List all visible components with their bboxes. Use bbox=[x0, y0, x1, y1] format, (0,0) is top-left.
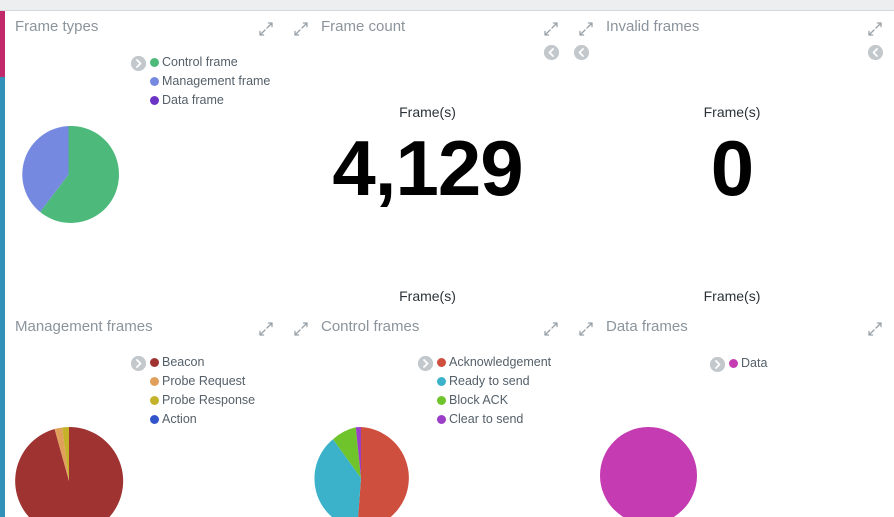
panel-management-frames: Management frames Beacon Probe Request P… bbox=[5, 312, 285, 517]
chevron-left-circle-icon[interactable] bbox=[574, 45, 589, 60]
legend-label: Management frame bbox=[162, 74, 271, 88]
metric-unit-bottom: Frame(s) bbox=[399, 288, 456, 304]
expand-icon[interactable] bbox=[868, 322, 882, 336]
metric-unit-top: Frame(s) bbox=[399, 104, 456, 120]
pie-chart-frame-types[interactable] bbox=[18, 124, 119, 225]
chevron-left-circle-icon[interactable] bbox=[868, 45, 883, 60]
legend-label: Data frame bbox=[162, 93, 224, 107]
metric-unit-top: Frame(s) bbox=[703, 104, 761, 120]
legend-items: Control frame Management frame Data fram… bbox=[150, 53, 270, 110]
panel-header: Management frames bbox=[5, 312, 285, 344]
panel-title-management-frames: Management frames bbox=[15, 318, 153, 335]
expand-icon[interactable] bbox=[294, 22, 308, 36]
pie-svg bbox=[22, 125, 119, 223]
legend-color-dot bbox=[150, 377, 159, 386]
legend-label: Clear to send bbox=[449, 412, 524, 426]
chevron-right-circle-icon[interactable] bbox=[131, 56, 146, 71]
pie-svg bbox=[314, 427, 409, 517]
legend-label: Beacon bbox=[162, 355, 205, 369]
legend-color-dot bbox=[150, 77, 159, 86]
legend-items: Acknowledgement Ready to send Block ACK … bbox=[437, 353, 551, 429]
expand-icon[interactable] bbox=[868, 22, 882, 36]
legend-color-dot bbox=[150, 96, 159, 105]
panel-header: Frame types bbox=[5, 12, 285, 44]
legend-label: Probe Request bbox=[162, 374, 246, 388]
legend-item[interactable]: Control frame bbox=[150, 53, 270, 72]
metric-value-invalid-frames: 0 bbox=[710, 124, 754, 212]
legend-data-frames: Data bbox=[710, 354, 767, 373]
expand-icon[interactable] bbox=[579, 322, 593, 336]
panel-title-invalid-frames: Invalid frames bbox=[606, 18, 700, 35]
pie-chart-data-frames[interactable] bbox=[598, 425, 699, 517]
pie-chart-management-frames[interactable] bbox=[13, 425, 125, 517]
legend-color-dot bbox=[150, 58, 159, 67]
panel-invalid-frames: Invalid frames Frame(s) 0 Frame(s) bbox=[570, 12, 894, 312]
panel-frame-count: Frame count Frame(s) 4,129 Frame(s) bbox=[285, 12, 570, 312]
metric-unit-bottom: Frame(s) bbox=[703, 288, 761, 304]
panel-header: Control frames bbox=[285, 312, 570, 344]
chevron-right-circle-icon[interactable] bbox=[131, 356, 146, 371]
legend-item[interactable]: Block ACK bbox=[437, 391, 551, 410]
legend-label: Ready to send bbox=[449, 374, 530, 388]
legend-item[interactable]: Acknowledgement bbox=[437, 353, 551, 372]
legend-management-frames: Beacon Probe Request Probe Response Acti… bbox=[131, 353, 255, 429]
legend-frame-types: Control frame Management frame Data fram… bbox=[131, 53, 270, 110]
panel-control-frames: Control frames Acknowledgement Ready to … bbox=[285, 312, 570, 517]
legend-label: Probe Response bbox=[162, 393, 256, 407]
panel-header: Invalid frames bbox=[570, 12, 894, 60]
chevron-right-circle-icon[interactable] bbox=[710, 357, 725, 372]
legend-item[interactable]: Data bbox=[729, 354, 767, 373]
legend-item[interactable]: Beacon bbox=[150, 353, 255, 372]
legend-control-frames: Acknowledgement Ready to send Block ACK … bbox=[418, 353, 551, 429]
metric-value-frame-count: 4,129 bbox=[332, 124, 523, 212]
expand-icon[interactable] bbox=[544, 22, 558, 36]
legend-items: Data bbox=[729, 354, 767, 373]
legend-item[interactable]: Management frame bbox=[150, 72, 270, 91]
legend-label: Action bbox=[162, 412, 197, 426]
legend-item[interactable]: Probe Response bbox=[150, 391, 255, 410]
legend-item[interactable]: Action bbox=[150, 410, 255, 429]
expand-icon[interactable] bbox=[544, 322, 558, 336]
legend-item[interactable]: Clear to send bbox=[437, 410, 551, 429]
legend-label: Block ACK bbox=[449, 393, 509, 407]
panel-title-frame-count: Frame count bbox=[321, 18, 406, 35]
chevron-left-circle-icon[interactable] bbox=[544, 45, 559, 60]
panel-header: Frame count bbox=[285, 12, 570, 60]
legend-items: Beacon Probe Request Probe Response Acti… bbox=[150, 353, 255, 429]
legend-color-dot bbox=[437, 415, 446, 424]
legend-color-dot bbox=[437, 396, 446, 405]
expand-icon[interactable] bbox=[579, 22, 593, 36]
dashboard-grid: Frame types Control frame Management fra… bbox=[5, 12, 894, 517]
expand-icon[interactable] bbox=[294, 322, 308, 336]
panel-data-frames: Data frames Data bbox=[570, 312, 894, 517]
expand-icon[interactable] bbox=[259, 22, 273, 36]
legend-color-dot bbox=[437, 358, 446, 367]
legend-color-dot bbox=[150, 396, 159, 405]
legend-item[interactable]: Ready to send bbox=[437, 372, 551, 391]
pie-svg bbox=[15, 427, 124, 517]
legend-label: Acknowledgement bbox=[449, 355, 552, 369]
expand-icon[interactable] bbox=[259, 322, 273, 336]
legend-color-dot bbox=[437, 377, 446, 386]
legend-item[interactable]: Data frame bbox=[150, 91, 270, 110]
panel-frame-types: Frame types Control frame Management fra… bbox=[5, 12, 285, 312]
legend-color-dot bbox=[150, 358, 159, 367]
chevron-right-circle-icon[interactable] bbox=[418, 356, 433, 371]
panel-title-frame-types: Frame types bbox=[15, 18, 99, 35]
legend-label: Control frame bbox=[162, 55, 238, 69]
pie-chart-control-frames[interactable] bbox=[308, 425, 414, 517]
panel-header: Data frames bbox=[570, 312, 894, 344]
legend-item[interactable]: Probe Request bbox=[150, 372, 255, 391]
legend-color-dot bbox=[729, 359, 738, 368]
panel-title-data-frames: Data frames bbox=[606, 318, 688, 335]
legend-label: Data bbox=[741, 356, 768, 370]
browser-chrome-strip bbox=[0, 0, 894, 11]
legend-color-dot bbox=[150, 415, 159, 424]
panel-title-control-frames: Control frames bbox=[321, 318, 420, 335]
pie-svg bbox=[600, 427, 697, 517]
